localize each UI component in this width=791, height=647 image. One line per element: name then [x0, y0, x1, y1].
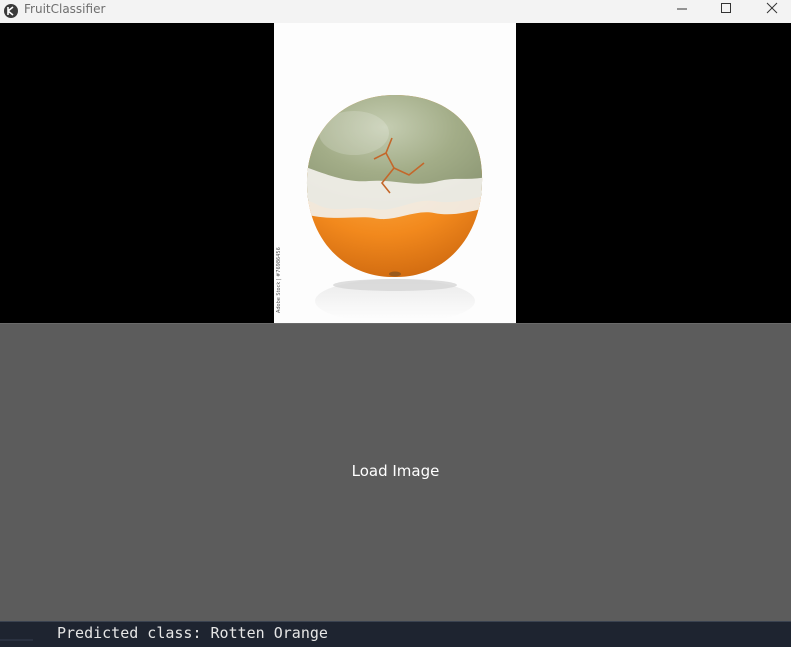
close-button[interactable]: [749, 0, 791, 23]
watermark-text: Adobe Stock | #76986456: [276, 247, 282, 313]
minimize-button[interactable]: [659, 0, 705, 23]
maximize-button[interactable]: [703, 0, 749, 23]
window-title: FruitClassifier: [24, 2, 106, 16]
minimize-icon: [677, 8, 687, 10]
image-display: Adobe Stock | #76986456: [0, 23, 791, 323]
load-image-button[interactable]: Load Image: [0, 323, 791, 621]
fruit-image: Adobe Stock | #76986456: [274, 23, 516, 323]
close-icon: [766, 2, 778, 14]
status-accent-line: [0, 639, 33, 641]
load-image-label: Load Image: [351, 461, 440, 480]
prediction-status-bar: Predicted class: Rotten Orange: [0, 621, 791, 647]
app-icon: [4, 4, 18, 18]
app-window: FruitClassifier Adobe Stock | #76986456 …: [0, 0, 791, 647]
maximize-icon: [721, 3, 731, 13]
rotten-orange-illustration: [306, 95, 483, 323]
prediction-result-text: Predicted class: Rotten Orange: [57, 624, 328, 642]
title-bar[interactable]: FruitClassifier: [0, 0, 791, 23]
